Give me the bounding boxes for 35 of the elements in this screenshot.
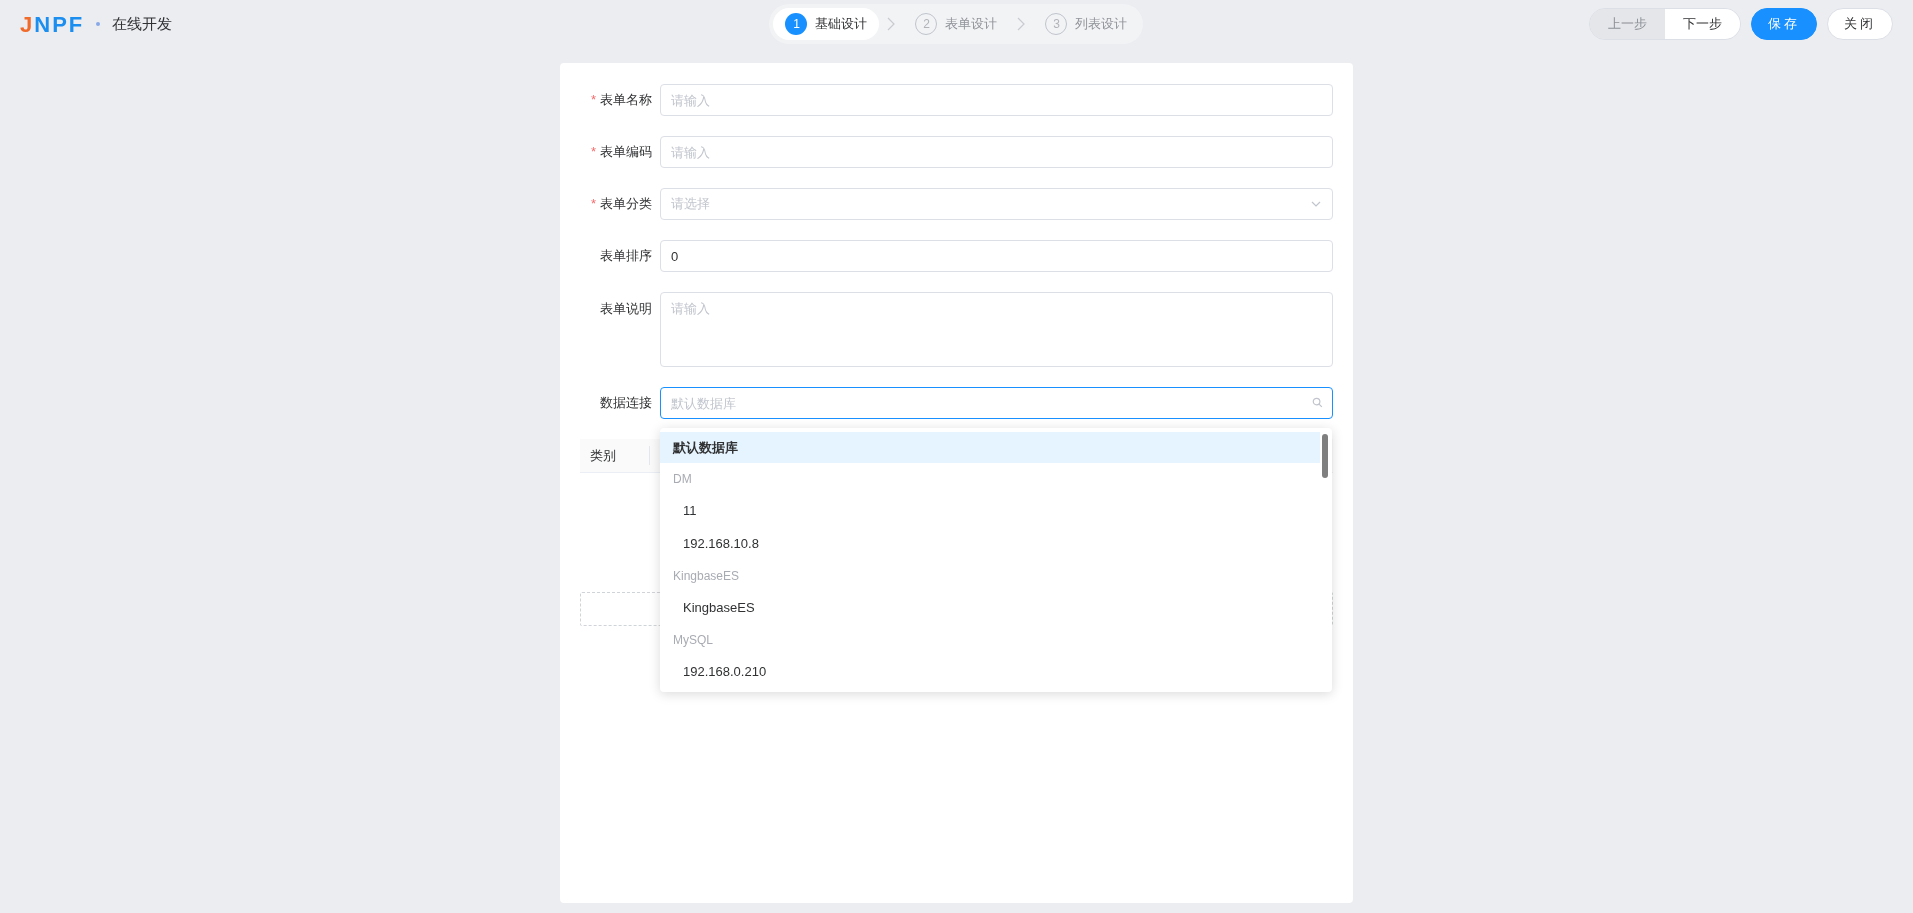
description-field[interactable]: 请输入: [660, 292, 1333, 367]
step-label: 表单设计: [945, 15, 998, 34]
group-label: DM: [672, 470, 693, 488]
step-label: 基础设计: [815, 15, 868, 34]
search-icon: [1312, 397, 1323, 408]
dropdown-option[interactable]: KingbaseES: [660, 591, 1320, 624]
dropdown-option[interactable]: 192.168.10.8: [660, 527, 1320, 560]
step-button[interactable]: 下一步: [1665, 9, 1740, 39]
column-header: 类别: [580, 445, 650, 466]
field-label: 表单编码: [600, 143, 652, 162]
text-field[interactable]: 0: [660, 240, 1333, 272]
text-field[interactable]: 请输入: [660, 136, 1333, 168]
required-mark: *: [590, 91, 596, 110]
dropdown-option[interactable]: 11: [660, 494, 1320, 527]
required-mark: *: [590, 195, 596, 214]
close-button[interactable]: 关闭: [1827, 8, 1893, 40]
select-placeholder: 请选择: [671, 195, 710, 214]
step-tab[interactable]: 1 基础设计: [773, 8, 880, 40]
database-search-field[interactable]: 默认数据库: [660, 387, 1333, 419]
scrollbar-thumb[interactable]: [1322, 434, 1328, 478]
dropdown-option[interactable]: 192.168.0.210: [660, 655, 1320, 688]
group-label: 默认数据库: [660, 432, 1320, 463]
app-title: 在线开发: [112, 13, 173, 34]
field-label: 表单排序: [600, 247, 652, 266]
step-label: 列表设计: [1075, 15, 1128, 34]
logo: JNPF: [20, 10, 85, 39]
field-label: 数据连接: [600, 394, 652, 413]
field-label: 表单名称: [600, 91, 652, 110]
group-label: KingbaseES: [672, 567, 741, 585]
step-number: 1: [785, 13, 808, 35]
required-mark: *: [590, 143, 596, 162]
text-field[interactable]: 请输入: [660, 84, 1333, 116]
field-label: 表单说明: [600, 300, 652, 318]
group-label: MySQL: [672, 631, 714, 649]
field-label: 表单分类: [600, 195, 652, 214]
